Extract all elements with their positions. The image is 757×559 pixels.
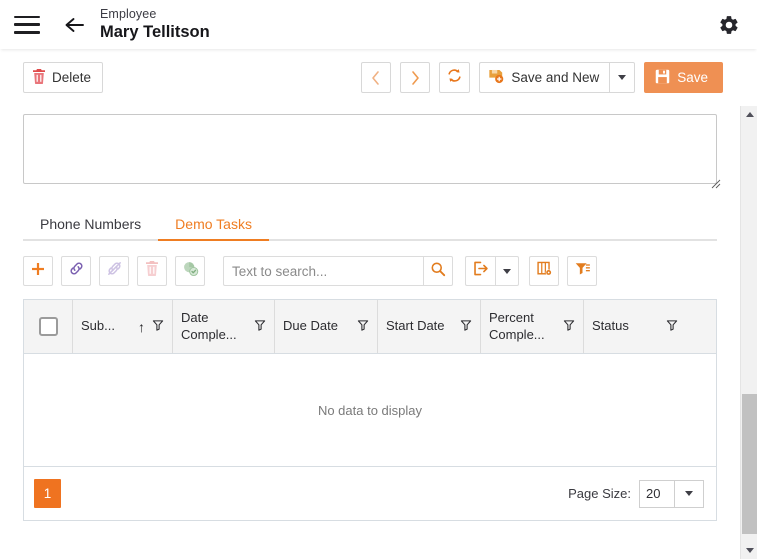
filter-icon[interactable]: [152, 319, 164, 334]
scroll-down-arrow-icon[interactable]: [741, 542, 757, 559]
unlink-record-button: [99, 256, 129, 286]
column-label: Status: [592, 318, 629, 334]
save-and-new-split-button: Save and New: [479, 62, 636, 93]
select-all-checkbox[interactable]: [38, 317, 58, 336]
filter-icon[interactable]: [460, 319, 472, 334]
search-input[interactable]: [223, 256, 423, 286]
save-and-new-dropdown-button[interactable]: [609, 62, 636, 93]
page-title-kicker: Employee: [100, 7, 157, 22]
refresh-button[interactable]: [439, 62, 471, 93]
demo-tasks-grid: Sub... ↑ Date Comple... Due Date Start D…: [23, 299, 717, 521]
column-label: Due Date: [283, 318, 338, 334]
detail-tabs: Phone Numbers Demo Tasks: [23, 209, 717, 241]
save-disk-icon: [655, 69, 670, 87]
export-button[interactable]: [465, 256, 495, 286]
link-icon: [68, 260, 85, 282]
save-and-new-label: Save and New: [511, 70, 600, 85]
delete-record-label: Delete: [52, 70, 92, 85]
next-record-button[interactable]: [400, 62, 431, 93]
column-header-due-date[interactable]: Due Date: [275, 300, 378, 353]
save-and-new-button[interactable]: Save and New: [479, 62, 610, 93]
page-size-select[interactable]: 20: [639, 479, 704, 508]
page-size-label: Page Size:: [568, 486, 631, 501]
column-label: Percent Comple...: [489, 310, 545, 342]
grid-header-row: Sub... ↑ Date Comple... Due Date Start D…: [24, 300, 716, 354]
record-detail-content: Phone Numbers Demo Tasks Text to search.…: [0, 106, 740, 559]
scrollbar-thumb[interactable]: [742, 394, 757, 534]
search-icon: [430, 261, 446, 282]
column-label: Date Comple...: [181, 310, 237, 342]
export-icon: [472, 260, 489, 282]
memo-field-wrapper: [0, 106, 740, 189]
grid-empty-body: No data to display: [24, 354, 716, 467]
hamburger-menu-icon[interactable]: [14, 15, 40, 34]
export-dropdown-button[interactable]: [495, 256, 519, 286]
column-header-subject[interactable]: Sub... ↑: [73, 300, 173, 353]
chevron-down-icon: [685, 491, 693, 496]
grid-toolbar: [23, 252, 717, 290]
trash-icon: [145, 261, 159, 281]
refresh-icon: [446, 67, 463, 89]
filter-icon: [574, 260, 591, 282]
notes-textarea[interactable]: [23, 114, 717, 184]
tab-demo-tasks[interactable]: Demo Tasks: [158, 216, 269, 241]
sort-ascending-icon[interactable]: ↑: [138, 320, 145, 334]
filter-icon[interactable]: [357, 319, 369, 334]
trash-icon: [32, 68, 46, 87]
grid-search: [223, 256, 453, 286]
vertical-scrollbar[interactable]: [740, 106, 757, 559]
gear-icon[interactable]: [715, 11, 743, 39]
record-action-toolbar: Delete Save and New Save: [0, 49, 740, 106]
filter-icon[interactable]: [666, 319, 678, 334]
page-size-value[interactable]: 20: [639, 479, 674, 508]
save-new-icon: [488, 68, 504, 87]
chevron-down-icon: [503, 268, 511, 274]
record-nav-group: Save and New Save: [361, 62, 723, 93]
select-all-header-cell: [24, 300, 73, 353]
page-button-1[interactable]: 1: [34, 479, 61, 508]
column-chooser-button[interactable]: [529, 256, 559, 286]
delete-record-button[interactable]: Delete: [23, 62, 104, 93]
search-button[interactable]: [423, 256, 453, 286]
filter-editor-button[interactable]: [567, 256, 597, 286]
column-header-start-date[interactable]: Start Date: [378, 300, 481, 353]
column-header-percent-completed[interactable]: Percent Comple...: [481, 300, 584, 353]
column-label: Sub...: [81, 318, 115, 334]
task-complete-icon: [182, 260, 199, 282]
delete-row-button: [137, 256, 167, 286]
unlink-icon: [106, 260, 123, 282]
page-title: Employee Mary Tellitson: [100, 7, 210, 41]
scroll-up-arrow-icon[interactable]: [741, 106, 757, 123]
no-data-message: No data to display: [317, 402, 423, 418]
column-header-date-completed[interactable]: Date Comple...: [173, 300, 275, 353]
filter-icon[interactable]: [563, 319, 575, 334]
new-record-button[interactable]: [23, 256, 53, 286]
chevron-down-icon: [618, 75, 627, 80]
column-label: Start Date: [386, 318, 445, 334]
save-label: Save: [677, 70, 708, 85]
back-arrow-icon[interactable]: [62, 12, 88, 38]
page-size-dropdown-button[interactable]: [674, 479, 704, 508]
column-header-status[interactable]: Status: [584, 300, 686, 353]
grid-footer: 1 Page Size: 20: [24, 467, 716, 520]
mark-completed-button: [175, 256, 205, 286]
tab-phone-numbers[interactable]: Phone Numbers: [23, 216, 158, 239]
app-header: Employee Mary Tellitson: [0, 0, 757, 49]
link-record-button[interactable]: [61, 256, 91, 286]
save-button[interactable]: Save: [644, 62, 723, 93]
previous-record-button[interactable]: [361, 62, 392, 93]
columns-settings-icon: [536, 260, 553, 282]
page-title-main: Mary Tellitson: [100, 22, 210, 41]
plus-icon: [30, 261, 46, 282]
filter-icon[interactable]: [254, 319, 266, 334]
export-split-button: [465, 256, 519, 286]
